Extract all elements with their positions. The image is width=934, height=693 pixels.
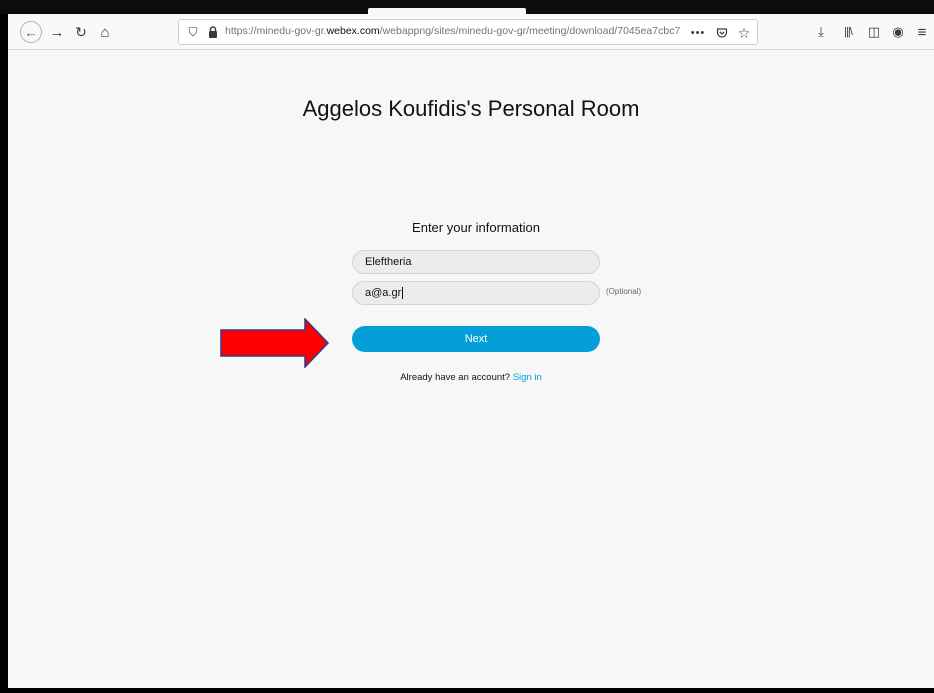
tracking-shield-icon[interactable]: ⛉ [185, 24, 201, 40]
form-heading: Enter your information [412, 220, 540, 235]
signin-row: Already have an account? Sign in [8, 372, 934, 383]
name-field-value: Eleftheria [365, 256, 412, 268]
red-arrow-annotation-icon [220, 318, 330, 368]
url-prefix: https://minedu-gov-gr. [225, 25, 327, 37]
page-actions-icon[interactable]: ••• [689, 24, 707, 42]
pocket-icon-glyph [716, 28, 728, 38]
url-domain: webex.com [326, 25, 380, 37]
next-button[interactable]: Next [352, 326, 600, 352]
sidebar-icon[interactable]: ◫ [864, 22, 884, 42]
url-text[interactable]: https://minedu-gov-gr.webex.com/webappng… [225, 25, 695, 41]
email-field[interactable]: a@a.gr [352, 281, 600, 305]
lock-icon-glyph [209, 26, 217, 38]
home-icon[interactable]: ⌂ [94, 21, 116, 43]
optional-label: (Optional) [606, 287, 642, 296]
screenshot-frame: ← → ↻ ⌂ ⛉ https://minedu-gov-gr.webex.co… [0, 0, 934, 693]
reload-icon[interactable]: ↻ [70, 21, 92, 43]
url-path: /webappng/sites/minedu-gov-gr/meeting/do… [379, 25, 681, 37]
lock-icon[interactable] [205, 24, 221, 40]
account-icon[interactable]: ◉ [888, 22, 908, 42]
name-field[interactable]: Eleftheria [352, 250, 600, 274]
back-icon[interactable]: ← [20, 21, 42, 43]
hamburger-menu-icon[interactable]: ≡ [912, 22, 932, 42]
pocket-icon[interactable] [713, 24, 731, 42]
account-prompt: Already have an account? [400, 372, 511, 383]
page-content: Aggelos Koufidis's Personal Room Enter y… [8, 50, 934, 688]
bookmark-star-icon[interactable]: ☆ [735, 24, 753, 42]
page-title: Aggelos Koufidis's Personal Room [302, 96, 640, 121]
tab-strip [0, 0, 934, 14]
browser-toolbar: ← → ↻ ⌂ ⛉ https://minedu-gov-gr.webex.co… [8, 14, 934, 50]
sign-in-link[interactable]: Sign in [513, 372, 542, 383]
text-caret [402, 287, 404, 300]
email-field-value: a@a.gr [365, 287, 402, 299]
forward-icon[interactable]: → [46, 21, 68, 43]
library-icon[interactable]: |||\ [838, 22, 858, 42]
browser-window: ← → ↻ ⌂ ⛉ https://minedu-gov-gr.webex.co… [8, 14, 934, 688]
address-bar[interactable]: ⛉ https://minedu-gov-gr.webex.com/webapp… [178, 19, 758, 45]
arrow-shape [220, 318, 330, 368]
download-icon[interactable]: ⤓ [811, 22, 831, 42]
